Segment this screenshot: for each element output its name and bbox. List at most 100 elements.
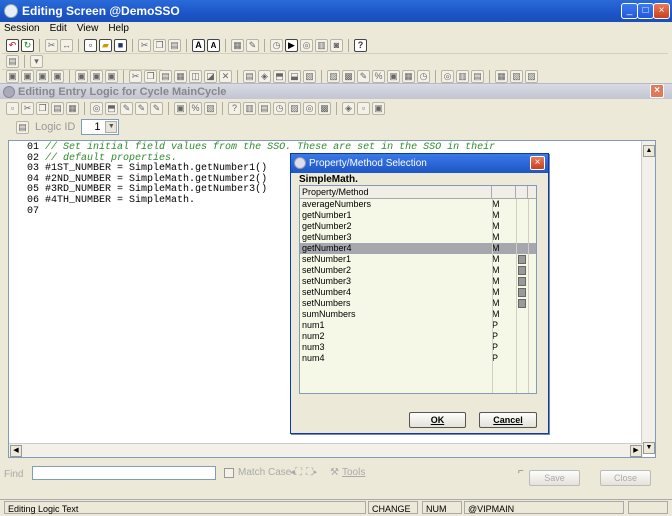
disk-icon[interactable]: ◙ [330,38,343,52]
timer-icon[interactable]: ◷ [270,38,283,52]
tools-button[interactable]: Tools [342,467,365,478]
logic-tool-4[interactable]: ▤ [51,102,64,115]
logic-tool-5[interactable]: ▦ [66,102,79,115]
scroll-left-arrow-icon[interactable]: ◀ [10,445,22,457]
doc-dropdown-icon[interactable]: ▤ [6,54,19,68]
tool-icon-15[interactable]: ▤ [243,69,256,83]
list-item[interactable]: num3 P [300,342,536,353]
cut-icon[interactable]: ✂ [45,38,58,52]
menu-edit[interactable]: Edit [50,22,67,36]
find-next-icon[interactable]: ⛶▸ [306,467,318,478]
logic-tool-9[interactable]: ✎ [135,102,148,115]
tool-icon-32[interactable]: ▨ [525,69,538,83]
tool-icon-18[interactable]: ⬓ [288,69,301,83]
find-input[interactable] [32,466,216,480]
list-item[interactable]: num4 P [300,353,536,364]
close-button[interactable]: × [653,3,670,19]
tool-icon-13[interactable]: ◪ [204,69,217,83]
undo-icon[interactable]: ↶ [6,38,19,52]
chevron-down-icon[interactable]: ▼ [105,121,118,133]
tool-icon-21[interactable]: ▩ [342,69,355,83]
tool-icon-12[interactable]: ◫ [189,69,202,83]
help-icon[interactable]: ? [354,38,367,52]
find-prev-icon[interactable]: ◂⛶ [290,467,302,478]
dialog-close-button[interactable]: × [530,156,545,170]
refresh-icon[interactable]: ↻ [21,38,34,52]
tool-icon-30[interactable]: ▦ [495,69,508,83]
font-larger-icon[interactable]: A [192,38,205,52]
ok-button[interactable]: OK [409,412,466,428]
tool-icon-26[interactable]: ◷ [417,69,430,83]
open-folder-icon[interactable]: ▰ [99,38,112,52]
paste-icon[interactable]: ▤ [168,38,181,52]
logic-tool-2[interactable]: ✂ [21,102,34,115]
tool-icon-1[interactable]: ▣ [6,69,19,83]
property-method-list[interactable]: Property/Method averageNumbers MgetNumber… [299,185,537,394]
scissors-icon[interactable]: ✂ [138,38,151,52]
logic-tool-7[interactable]: ⬒ [105,102,118,115]
list-item[interactable]: getNumber1 M [300,210,536,221]
menu-session[interactable]: Session [4,22,40,36]
tool-icon-19[interactable]: ▧ [303,69,316,83]
list-item[interactable]: setNumber1 M [300,254,536,265]
tool-icon-16[interactable]: ◈ [258,69,271,83]
tool-icon-23[interactable]: % [372,69,385,83]
logic-tool-13[interactable]: ▧ [204,102,217,115]
maximize-button[interactable]: □ [637,3,654,19]
tool-icon-24[interactable]: ▣ [387,69,400,83]
logic-tool-18[interactable]: ▨ [288,102,301,115]
line-text[interactable]: #3RD_NUMBER = SimpleMath.getNumber3() [45,184,267,196]
tool-icon-7[interactable]: ▣ [105,69,118,83]
tool-icon-11[interactable]: ▦ [174,69,187,83]
logic-tool-22[interactable]: ▫ [357,102,370,115]
save-button[interactable]: Save [529,470,580,486]
sub-window-close-button[interactable]: × [650,84,664,98]
menu-help[interactable]: Help [108,22,129,36]
list-item[interactable]: setNumber2 M [300,265,536,276]
new-file-icon[interactable]: ▫ [84,38,97,52]
menu-view[interactable]: View [77,22,99,36]
list-item[interactable]: setNumbers M [300,298,536,309]
tool-icon-9[interactable]: ❐ [144,69,157,83]
chart-icon[interactable]: ▥ [315,38,328,52]
logic-tool-15[interactable]: ▥ [243,102,256,115]
scroll-right-arrow-icon[interactable]: ▶ [630,445,642,457]
scroll-down-arrow-icon[interactable]: ▼ [643,442,655,454]
tool-icon-14[interactable]: ✕ [219,69,232,83]
header-marker[interactable] [516,186,528,198]
list-item[interactable]: num2 P [300,331,536,342]
logic-tool-3[interactable]: ❐ [36,102,49,115]
header-type[interactable] [492,186,516,198]
list-item[interactable]: setNumber4 M [300,287,536,298]
grid-icon[interactable]: ▦ [231,38,244,52]
logic-tool-6[interactable]: ◎ [90,102,103,115]
logic-id-select[interactable]: 1 ▼ [81,119,120,135]
tool-icon-20[interactable]: ▨ [327,69,340,83]
arrows-icon[interactable]: ↔ [60,38,73,52]
logic-tool-17[interactable]: ◷ [273,102,286,115]
save-disk-icon[interactable]: ■ [114,38,127,52]
tool-icon-4[interactable]: ▣ [51,69,64,83]
logic-tool-19[interactable]: ◎ [303,102,316,115]
logic-tool-1[interactable]: ▫ [6,102,19,115]
list-item[interactable]: num1 P [300,320,536,331]
header-property-method[interactable]: Property/Method [300,186,492,198]
tool-icon-25[interactable]: ▦ [402,69,415,83]
tool-icon-31[interactable]: ▧ [510,69,523,83]
tool-icon-2[interactable]: ▣ [21,69,34,83]
logic-tool-16[interactable]: ▤ [258,102,271,115]
tool-icon-27[interactable]: ◎ [441,69,454,83]
tool-icon-29[interactable]: ▤ [471,69,484,83]
tool-icon-6[interactable]: ▣ [90,69,103,83]
logic-tool-20[interactable]: ▩ [318,102,331,115]
tool-icon-10[interactable]: ▤ [159,69,172,83]
run-icon[interactable]: ▶ [285,38,298,52]
cancel-button[interactable]: Cancel [479,412,537,428]
font-smaller-icon[interactable]: A [207,38,220,52]
logic-tool-10[interactable]: ✎ [150,102,163,115]
resize-grip-icon[interactable] [628,501,668,514]
line-text[interactable]: #4TH_NUMBER = SimpleMath. [45,195,195,206]
line-text[interactable]: // default properties. [45,153,177,164]
list-item[interactable]: getNumber2 M [300,221,536,232]
logic-tool-8[interactable]: ✎ [120,102,133,115]
